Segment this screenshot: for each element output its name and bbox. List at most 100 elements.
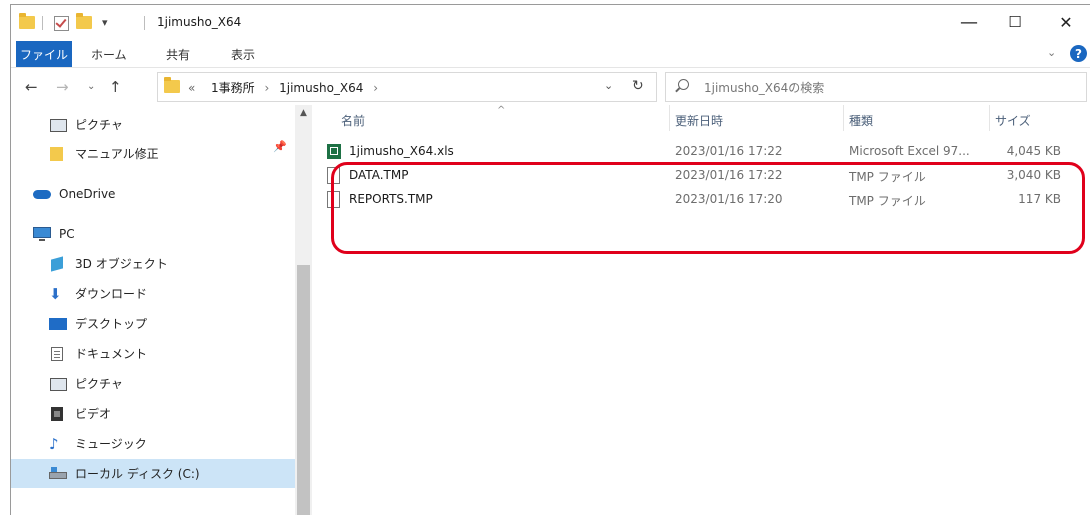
column-divider[interactable]	[843, 105, 844, 131]
expand-ribbon-chevron-icon[interactable]: ⌄	[1047, 46, 1056, 59]
customize-toolbar-dropdown[interactable]: ▾	[102, 16, 108, 29]
pc-icon	[33, 226, 51, 241]
explorer-window: ▾ 1jimusho_X64 — ☐ ✕ ファイル ホーム 共有 表示 ⌄ ? …	[10, 4, 1090, 515]
generic-file-icon	[327, 191, 341, 208]
search-box[interactable]: 1jimusho_X64の検索	[665, 72, 1087, 102]
tab-view[interactable]: 表示	[231, 46, 255, 63]
column-divider[interactable]	[669, 105, 670, 131]
nav-item-label: 3D オブジェクト	[75, 257, 168, 271]
breadcrumb-separator[interactable]: ›	[264, 81, 269, 95]
nav-item-local-disk[interactable]: ローカル ディスク (C:)	[11, 459, 295, 488]
search-icon	[678, 79, 689, 90]
nav-item-label: ドキュメント	[75, 347, 148, 361]
close-button[interactable]: ✕	[1043, 5, 1089, 39]
nav-item-label: ピクチャ	[75, 118, 123, 132]
table-row[interactable]: 1jimusho_X64.xls 2023/01/16 17:22 Micros…	[317, 140, 1090, 164]
nav-item-desktop[interactable]: デスクトップ	[11, 309, 329, 338]
file-modified: 2023/01/16 17:22	[675, 168, 783, 182]
nav-item-label: OneDrive	[59, 186, 116, 201]
separator	[42, 16, 43, 30]
nav-item-label: ローカル ディスク (C:)	[75, 467, 200, 481]
table-row[interactable]: REPORTS.TMP 2023/01/16 17:20 TMP ファイル 11…	[317, 188, 1090, 212]
address-row: ← → ⌄ ↑ « 1事務所 › 1jimusho_X64 › ⌄ ↻ 1jim…	[11, 67, 1090, 106]
window-title: 1jimusho_X64	[157, 15, 242, 29]
nav-item-documents[interactable]: ドキュメント	[11, 339, 329, 368]
video-icon	[49, 406, 67, 421]
file-name: 1jimusho_X64.xls	[349, 144, 454, 158]
nav-scrollbar[interactable]: ▲	[295, 105, 312, 515]
3d-objects-icon	[49, 255, 67, 272]
tab-home[interactable]: ホーム	[91, 46, 127, 63]
nav-item-pictures[interactable]: ピクチャ	[11, 369, 329, 398]
breadcrumb-item[interactable]: 1jimusho_X64	[279, 81, 363, 95]
forward-arrow-icon[interactable]: →	[56, 78, 69, 96]
new-folder-icon[interactable]	[76, 13, 92, 29]
documents-icon	[49, 346, 67, 361]
nav-item-manual-folder[interactable]: マニュアル修正	[11, 139, 329, 168]
column-header-name[interactable]: 名前	[341, 105, 365, 135]
nav-item-label: デスクトップ	[75, 317, 148, 331]
search-input[interactable]: 1jimusho_X64の検索	[704, 79, 824, 96]
generic-file-icon	[327, 167, 341, 184]
table-row[interactable]: DATA.TMP 2023/01/16 17:22 TMP ファイル 3,040…	[317, 164, 1090, 188]
local-disk-icon	[49, 466, 67, 481]
back-arrow-icon[interactable]: ←	[25, 78, 38, 96]
nav-item-label: ミュージック	[75, 437, 147, 451]
excel-file-icon	[327, 143, 341, 160]
nav-item-label: ピクチャ	[75, 377, 123, 391]
breadcrumb: « 1事務所 › 1jimusho_X64 ›	[188, 79, 384, 96]
onedrive-icon	[33, 187, 51, 201]
sort-ascending-icon: ^	[497, 105, 506, 116]
separator	[144, 16, 145, 30]
title-bar: ▾ 1jimusho_X64 — ☐ ✕	[11, 5, 1090, 41]
file-modified: 2023/01/16 17:20	[675, 192, 783, 206]
nav-item-3d-objects[interactable]: 3D オブジェクト	[11, 249, 329, 278]
desktop-icon	[49, 317, 67, 331]
scroll-thumb[interactable]	[297, 265, 310, 515]
minimize-button[interactable]: —	[946, 5, 992, 39]
file-size: 4,045 KB	[1006, 144, 1061, 158]
file-type: TMP ファイル	[849, 170, 926, 184]
breadcrumb-separator[interactable]: ›	[373, 81, 378, 95]
recent-locations-chevron-icon[interactable]: ⌄	[87, 81, 95, 92]
breadcrumb-overflow[interactable]: «	[188, 81, 195, 95]
nav-item-label: ビデオ	[75, 407, 112, 421]
file-list: ^ 名前 更新日時 種類 サイズ 1jimusho_X64.xls 2023/0…	[317, 105, 1090, 515]
nav-item-music[interactable]: ♪ ミュージック	[11, 429, 329, 458]
nav-item-onedrive[interactable]: OneDrive	[11, 179, 313, 208]
nav-item-pc[interactable]: PC	[11, 219, 313, 248]
breadcrumb-item[interactable]: 1事務所	[211, 81, 255, 95]
column-header-size[interactable]: サイズ	[995, 105, 1031, 135]
pictures-icon	[49, 377, 67, 391]
refresh-icon[interactable]: ↻	[632, 78, 644, 94]
scroll-up-arrow-icon[interactable]: ▲	[295, 105, 312, 122]
maximize-button[interactable]: ☐	[992, 5, 1038, 39]
column-divider[interactable]	[989, 105, 990, 131]
file-size: 3,040 KB	[1006, 168, 1061, 182]
file-name: REPORTS.TMP	[349, 192, 433, 206]
nav-item-label: PC	[59, 226, 75, 241]
up-arrow-icon[interactable]: ↑	[109, 78, 122, 96]
file-size: 117 KB	[1018, 192, 1061, 206]
navigation-pane: 📌 ピクチャ マニュアル修正 OneDrive PC 3D オブジェクト ⬇ ダ…	[11, 105, 317, 515]
file-type: TMP ファイル	[849, 194, 926, 208]
tab-file[interactable]: ファイル	[16, 41, 72, 67]
nav-item-label: ダウンロード	[75, 287, 148, 301]
download-icon: ⬇	[49, 284, 62, 303]
nav-item-pictures[interactable]: ピクチャ	[11, 110, 329, 139]
column-header-modified[interactable]: 更新日時	[675, 105, 723, 135]
file-modified: 2023/01/16 17:22	[675, 144, 783, 158]
help-icon[interactable]: ?	[1070, 45, 1087, 62]
properties-check-icon[interactable]	[54, 16, 69, 31]
nav-item-downloads[interactable]: ⬇ ダウンロード	[11, 279, 329, 308]
address-dropdown-icon[interactable]: ⌄	[604, 79, 613, 92]
nav-item-videos[interactable]: ビデオ	[11, 399, 329, 428]
column-header-type[interactable]: 種類	[849, 105, 873, 135]
address-bar[interactable]: « 1事務所 › 1jimusho_X64 › ⌄ ↻	[157, 72, 657, 102]
music-icon: ♪	[49, 434, 59, 453]
nav-item-label: マニュアル修正	[75, 147, 159, 161]
tab-share[interactable]: 共有	[166, 46, 190, 63]
pictures-icon	[49, 118, 67, 132]
folder-icon	[49, 146, 67, 161]
ribbon-tabs: ファイル ホーム 共有 表示	[11, 41, 1090, 67]
